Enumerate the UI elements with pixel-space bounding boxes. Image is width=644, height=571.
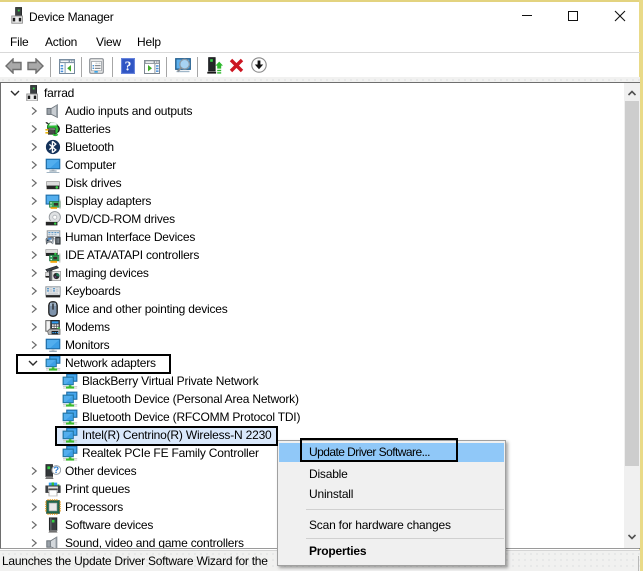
svg-text:?: ? (125, 58, 132, 73)
svg-text:?: ? (53, 464, 59, 475)
